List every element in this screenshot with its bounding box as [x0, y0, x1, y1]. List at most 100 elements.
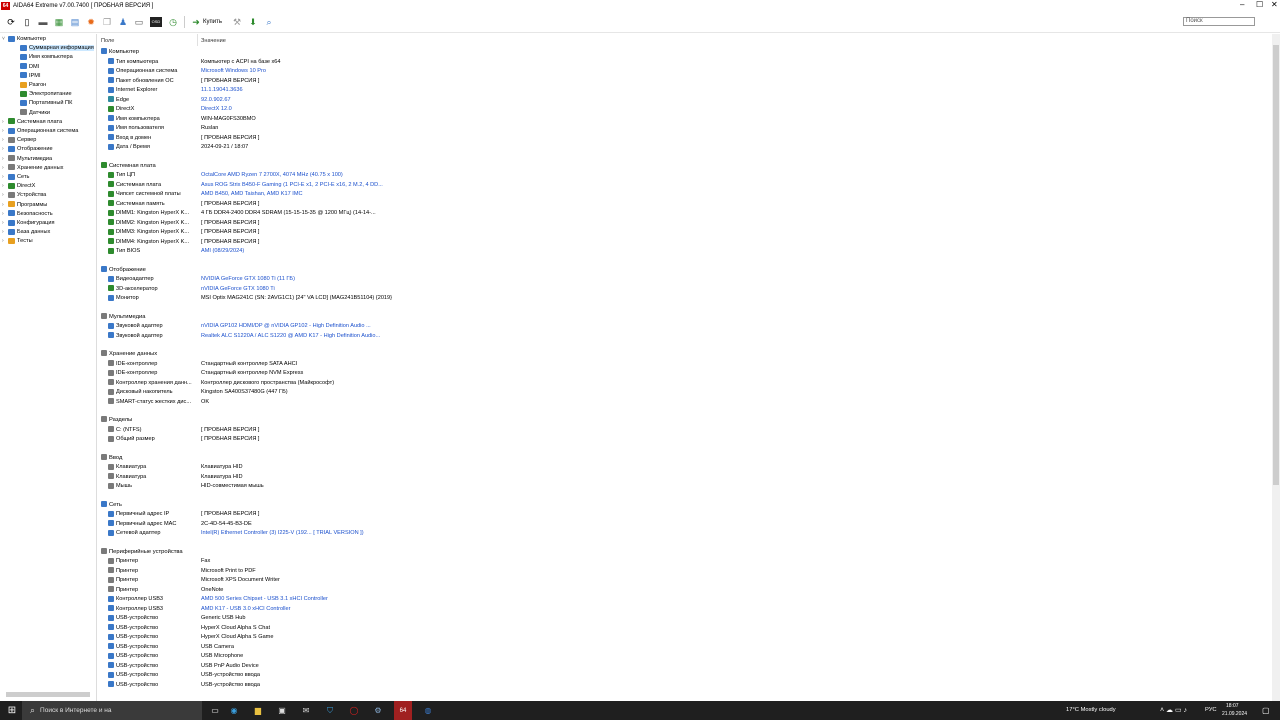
tree-item[interactable]: Имя компьютера: [14, 53, 73, 62]
row-value[interactable]: Asus ROG Strix B450-F Gaming (1 PCI-E x1…: [201, 181, 383, 191]
row-value[interactable]: AMI (08/29/2024): [201, 247, 244, 257]
new-report-icon[interactable]: ▯: [22, 17, 32, 27]
task-view-icon[interactable]: ▭: [207, 701, 223, 720]
table-row[interactable]: USB-устройство: [108, 681, 200, 691]
table-row[interactable]: Видеоадаптер: [108, 275, 200, 285]
table-row[interactable]: Первичный адрес IP: [108, 510, 200, 520]
details-scrollbar-thumb[interactable]: [1273, 45, 1279, 485]
table-row[interactable]: Тип BIOS: [108, 247, 200, 257]
tree-item[interactable]: › Программы: [2, 201, 47, 210]
tree-horizontal-scrollbar[interactable]: [6, 692, 90, 697]
table-row[interactable]: Имя компьютера: [108, 115, 200, 125]
buy-arrow-icon[interactable]: ➜: [191, 17, 201, 27]
table-row[interactable]: Тип компьютера: [108, 58, 200, 68]
hardware-icon[interactable]: ▦: [54, 17, 64, 27]
table-row[interactable]: Системная память: [108, 200, 200, 210]
row-value[interactable]: 11.1.19041.3636: [201, 86, 243, 96]
table-row[interactable]: Общий размер: [108, 435, 200, 445]
tree-item[interactable]: › Системная плата: [2, 118, 62, 127]
row-value[interactable]: nVIDIA GP102 HDMI/DP @ nVIDIA GP102 - Hi…: [201, 322, 371, 332]
table-row[interactable]: DIMM1: Kingston HyperX K...: [108, 209, 200, 219]
table-row[interactable]: USB-устройство: [108, 671, 200, 681]
tree-item[interactable]: › DirectX: [2, 182, 35, 191]
table-row[interactable]: Принтер: [108, 557, 200, 567]
tree-item[interactable]: › Безопасность: [2, 210, 53, 219]
tree-item[interactable]: Портативный ПК: [14, 99, 72, 108]
tree-item[interactable]: Электропитание: [14, 90, 72, 99]
table-row[interactable]: Клавиатура: [108, 463, 200, 473]
steam-icon[interactable]: ⚙: [370, 701, 386, 720]
table-row[interactable]: USB-устройство: [108, 652, 200, 662]
tree-item[interactable]: IPMI: [14, 72, 41, 81]
table-row[interactable]: Контроллер USB3: [108, 605, 200, 615]
table-row[interactable]: Операционная система: [108, 67, 200, 77]
table-row[interactable]: Тип ЦП: [108, 171, 200, 181]
file-explorer-icon[interactable]: ▆: [250, 701, 266, 720]
row-value[interactable]: AMD B450, AMD Taishan, AMD K17 IMC: [201, 190, 303, 200]
table-row[interactable]: Edge: [108, 96, 200, 106]
table-row[interactable]: Принтер: [108, 567, 200, 577]
wizard-icon[interactable]: ▬: [38, 17, 48, 27]
table-row[interactable]: Контроллер хранения данн...: [108, 379, 200, 389]
table-row[interactable]: DIMM3: Kingston HyperX K...: [108, 228, 200, 238]
table-row[interactable]: DirectX: [108, 105, 200, 115]
clock-icon[interactable]: ◷: [168, 17, 178, 27]
tree-item[interactable]: Суммарная информация: [14, 44, 94, 53]
opera-icon[interactable]: ◯: [346, 701, 362, 720]
download-icon[interactable]: ⬇: [248, 17, 258, 27]
tree-item[interactable]: › База данных: [2, 228, 50, 237]
row-value[interactable]: Intel(R) Ethernet Controller (3) I225-V …: [201, 529, 364, 539]
table-row[interactable]: Мышь: [108, 482, 200, 492]
row-value[interactable]: 92.0.902.67: [201, 96, 231, 106]
table-row[interactable]: DIMM2: Kingston HyperX K...: [108, 219, 200, 229]
table-row[interactable]: Монитор: [108, 294, 200, 304]
table-row[interactable]: Дата / Время: [108, 143, 200, 153]
system-tray-icons[interactable]: ˄ ☁ ▭ ♪: [1160, 701, 1187, 720]
table-row[interactable]: Первичный адрес MAC: [108, 520, 200, 530]
table-row[interactable]: Пакет обновления ОС: [108, 77, 200, 87]
disk-icon[interactable]: ▭: [134, 17, 144, 27]
tree-item[interactable]: › Тесты: [2, 237, 33, 246]
column-header-field[interactable]: Поле: [101, 38, 114, 44]
tree-item[interactable]: › Конфигурация: [2, 219, 55, 228]
flame-icon[interactable]: ✹: [86, 17, 96, 27]
column-divider[interactable]: [197, 34, 198, 46]
app-icon[interactable]: ◍: [420, 701, 436, 720]
tree-item[interactable]: › Операционная система: [2, 127, 78, 136]
table-row[interactable]: USB-устройство: [108, 662, 200, 672]
memory-icon[interactable]: ▤: [70, 17, 80, 27]
tree-item[interactable]: Датчики: [14, 109, 50, 118]
tools-icon[interactable]: ⚒: [232, 17, 242, 27]
minimize-button[interactable]: ‒: [1240, 0, 1244, 10]
tree-item[interactable]: › Сервер: [2, 136, 36, 145]
table-row[interactable]: Контроллер USB3: [108, 595, 200, 605]
table-row[interactable]: DIMM4: Kingston HyperX K...: [108, 238, 200, 248]
tree-item[interactable]: ˅ Компьютер: [2, 35, 46, 44]
tree-item[interactable]: › Хранение данных: [2, 164, 63, 173]
table-row[interactable]: Имя пользователя: [108, 124, 200, 134]
tree-item[interactable]: › Сеть: [2, 173, 29, 182]
table-row[interactable]: Internet Explorer: [108, 86, 200, 96]
language-indicator[interactable]: РУС: [1205, 701, 1217, 720]
table-row[interactable]: Звуковой адаптер: [108, 332, 200, 342]
table-row[interactable]: Вход в домен: [108, 134, 200, 144]
table-row[interactable]: Системная плата: [108, 181, 200, 191]
table-row[interactable]: USB-устройство: [108, 614, 200, 624]
refresh-icon[interactable]: ⟳: [6, 17, 16, 27]
row-value[interactable]: OctalCore AMD Ryzen 7 2700X, 4074 MHz (4…: [201, 171, 343, 181]
column-header-value[interactable]: Значение: [201, 38, 226, 44]
table-row[interactable]: C: (NTFS): [108, 426, 200, 436]
table-row[interactable]: Чипсет системной платы: [108, 190, 200, 200]
row-value[interactable]: NVIDIA GeForce GTX 1080 Ti (11 ГБ): [201, 275, 295, 285]
store-icon[interactable]: ▣: [274, 701, 290, 720]
start-button-icon[interactable]: ⊞: [4, 701, 20, 720]
table-row[interactable]: USB-устройство: [108, 633, 200, 643]
defender-icon[interactable]: ⛉: [322, 701, 338, 720]
weather-widget[interactable]: 17°C Mostly cloudy: [1066, 701, 1116, 720]
tree-item[interactable]: DMI: [14, 63, 39, 72]
table-row[interactable]: Дисковый накопитель: [108, 388, 200, 398]
mail-icon[interactable]: ✉: [298, 701, 314, 720]
table-row[interactable]: USB-устройство: [108, 643, 200, 653]
row-value[interactable]: AMD K17 - USB 3.0 xHCI Controller: [201, 605, 291, 615]
close-button[interactable]: ✕: [1271, 0, 1278, 10]
